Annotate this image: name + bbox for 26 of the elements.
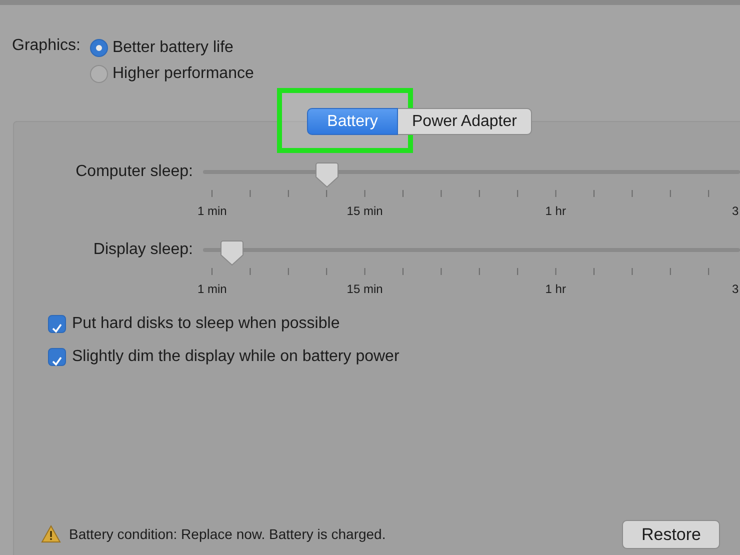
- radio-button[interactable]: [90, 65, 108, 83]
- option-label[interactable]: Higher performance: [112, 62, 254, 86]
- restore-button[interactable]: Restore: [622, 520, 720, 549]
- tick-label: 1 min: [198, 203, 227, 220]
- tick-label: 15 min: [346, 281, 383, 298]
- slider-label: Display sleep:: [92, 240, 194, 260]
- tick-label: 3: [732, 281, 739, 298]
- tick-label: 15 min: [346, 203, 383, 220]
- slider-label: Computer sleep:: [74, 162, 194, 182]
- checkbox-label[interactable]: Slightly dim the display while on battery power: [72, 345, 400, 369]
- warning-icon: [41, 525, 61, 544]
- tick-label: 1 hr: [545, 281, 566, 298]
- tab[interactable]: Power Adapter: [398, 108, 532, 135]
- slider-thumb[interactable]: [220, 240, 244, 266]
- checkbox-label[interactable]: Put hard disks to sleep when possible: [72, 312, 340, 336]
- graphics-label: Graphics:: [12, 36, 80, 56]
- option-label[interactable]: Better battery life: [112, 36, 234, 60]
- slider-thumb[interactable]: [314, 162, 338, 188]
- battery-status-text: Battery condition: Replace now. Battery is charged.: [69, 524, 386, 544]
- tick-label: 1 min: [198, 281, 227, 298]
- tick-label: 1 hr: [545, 203, 566, 220]
- checkbox[interactable]: [48, 315, 66, 333]
- tick-label: 3: [732, 203, 739, 220]
- radio-button[interactable]: [90, 39, 108, 57]
- tab[interactable]: Battery: [307, 108, 398, 135]
- checkbox[interactable]: [48, 348, 66, 366]
